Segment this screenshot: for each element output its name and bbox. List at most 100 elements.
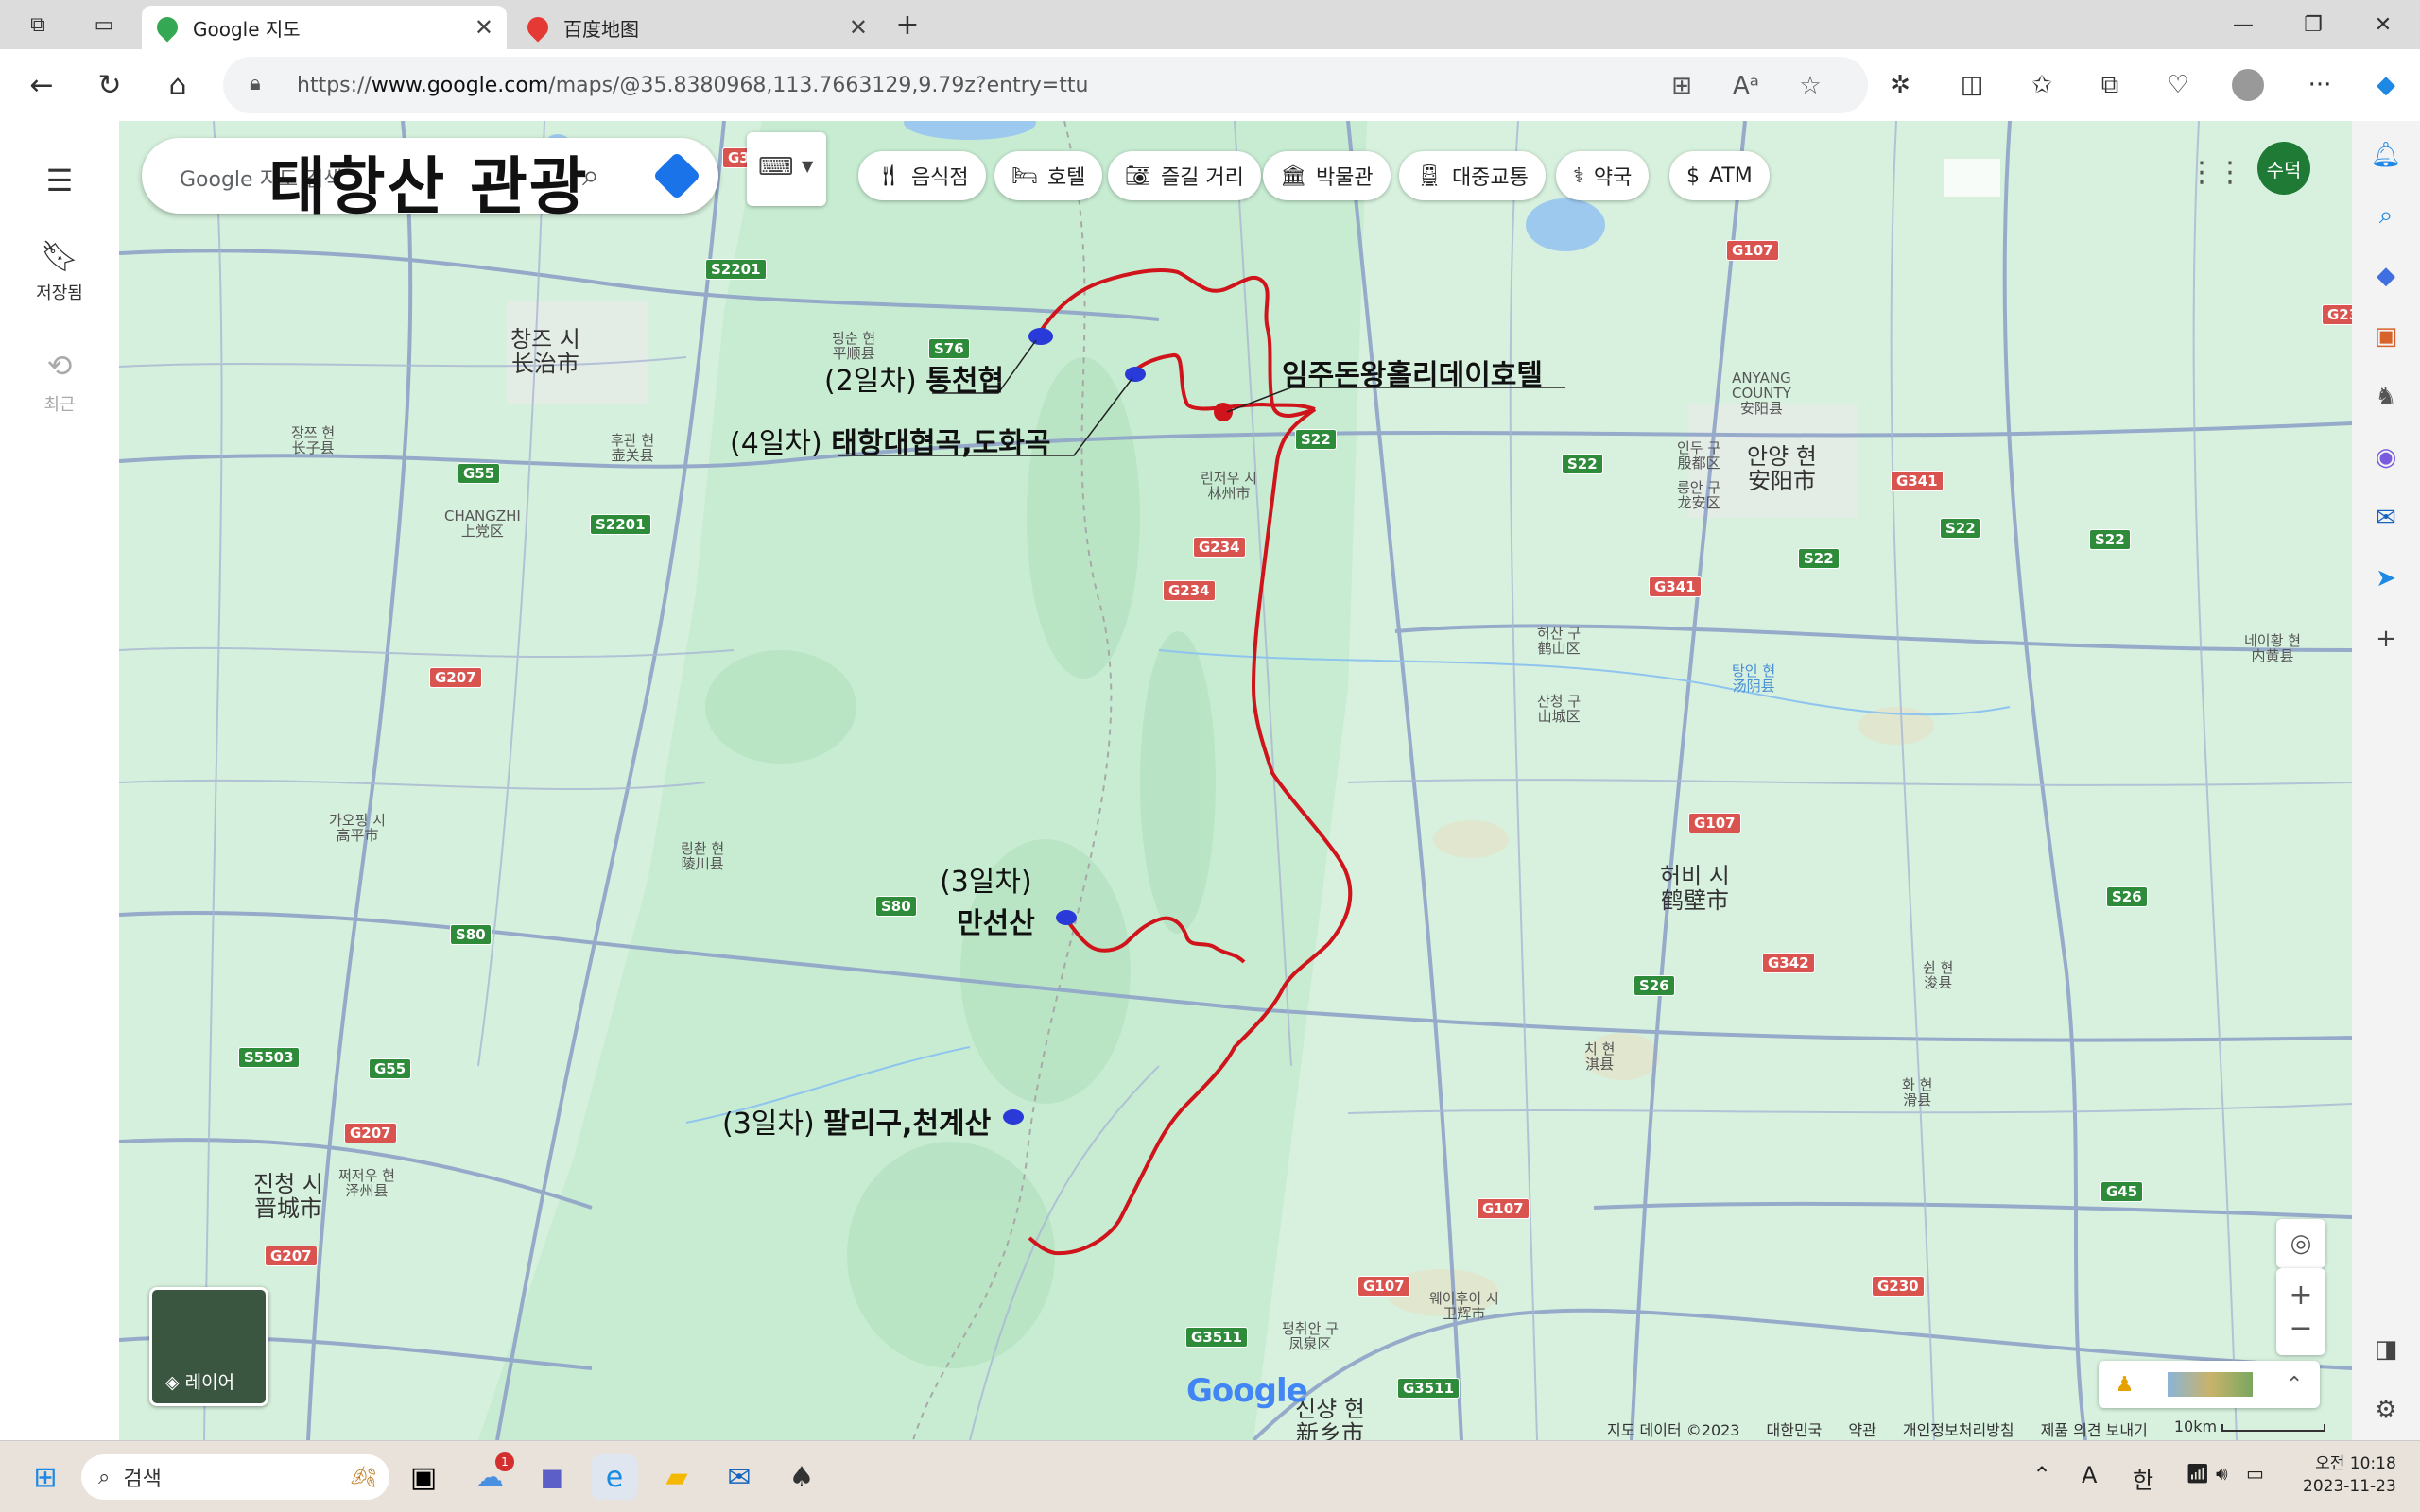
show-hidden-icons-icon[interactable]: ⌃ <box>2032 1462 2051 1488</box>
app-available-icon[interactable]: ⊞ <box>1666 70 1698 102</box>
place-linzhou[interactable]: 린저우 시 林州市 <box>1201 471 1257 501</box>
place-qixian[interactable]: 치 현 淇县 <box>1584 1041 1615 1072</box>
chip-transit[interactable]: 🚆︎ 대중교통 <box>1399 151 1546 200</box>
toolbox-icon[interactable]: ▣ <box>2369 319 2403 353</box>
keyboard-icon[interactable]: ⌨ <box>758 153 794 181</box>
games-icon[interactable]: ♞ <box>2369 380 2403 414</box>
chip-things-to-do[interactable]: 📷︎ 즐길 거리 <box>1108 151 1261 200</box>
menu-icon[interactable]: ☰ <box>0 163 119 198</box>
place-changzhi[interactable]: 창즈 시 长治市 <box>510 327 580 376</box>
home-icon[interactable]: ⌂ <box>159 66 197 104</box>
chip-atm[interactable]: $ ATM <box>1669 151 1770 200</box>
place-lingchuan[interactable]: 링촨 현 陵川县 <box>681 841 724 871</box>
place-yindu[interactable]: 인두 구 殷都区 <box>1677 440 1720 471</box>
chip-hotels[interactable]: 🛏︎ 호텔 <box>994 151 1103 200</box>
refresh-icon[interactable]: ↻ <box>91 66 129 104</box>
windows-start-icon[interactable]: ⊞ <box>23 1454 68 1500</box>
place-zezhou[interactable]: 쩌저우 현 泽州县 <box>338 1168 395 1198</box>
scale-bar[interactable]: 10km <box>2174 1418 2326 1440</box>
zoom-out-icon[interactable]: − <box>2289 1312 2312 1345</box>
saved-label[interactable]: 저장됨 <box>0 280 119 304</box>
profile-icon[interactable] <box>2229 66 2267 104</box>
task-view-icon[interactable]: ▣ <box>401 1454 446 1500</box>
workspaces-icon[interactable]: ⧉ <box>23 9 53 40</box>
place-heshan[interactable]: 허산 구 鹤山区 <box>1537 626 1581 656</box>
place-huaxian[interactable]: 화 현 滑县 <box>1902 1077 1932 1108</box>
collections-icon[interactable]: ⧉ <box>2091 66 2129 104</box>
place-fengquan[interactable]: 펑취안 구 凤泉区 <box>1282 1321 1339 1351</box>
solitaire-icon[interactable]: ♠ <box>779 1454 824 1500</box>
place-hebi[interactable]: 허비 시 鹤壁市 <box>1660 864 1730 913</box>
settings-gear-icon[interactable]: ⚙ <box>2369 1393 2403 1427</box>
feedback-link[interactable]: 제품 의견 보내기 <box>2041 1418 2148 1440</box>
battery-icon[interactable]: ▭ <box>2246 1462 2264 1485</box>
favorites-icon[interactable]: ✩ <box>2023 66 2061 104</box>
extensions-icon[interactable]: ✲ <box>1881 66 1919 104</box>
minimize-icon[interactable]: — <box>2210 8 2276 42</box>
map-canvas[interactable]: 창즈 시 长治市 안양 현 安阳市 허비 시 鹤壁市 진청 시 晋城市 신샹 현 新乡市 … <box>119 121 2352 1440</box>
ime-mode-a[interactable]: A <box>2082 1462 2097 1488</box>
taskbar-search[interactable]: ⌕ 검색 🍂︎ <box>81 1454 389 1500</box>
place-weihui[interactable]: 웨이후이 시 卫辉市 <box>1429 1291 1499 1321</box>
file-explorer-icon[interactable]: ▰ <box>654 1454 700 1500</box>
microsoft-365-icon[interactable]: ◉ <box>2369 440 2403 474</box>
imagery-thumbnails[interactable] <box>2167 1372 2253 1397</box>
place-tangyin[interactable]: 탕인 현 汤阴县 <box>1732 663 1775 694</box>
input-tools-button[interactable]: ⌨ ▼ <box>747 132 826 206</box>
zoom-in-icon[interactable]: + <box>2289 1279 2312 1312</box>
notification-bell-icon[interactable]: 🔔︎ <box>2369 138 2403 172</box>
place-longan[interactable]: 룽안 구 龙安区 <box>1677 480 1720 510</box>
address-bar[interactable]: 🔒︎ https://www.google.com/maps/@35.83809… <box>223 57 1868 113</box>
sidebar-toggle-icon[interactable]: ◨ <box>2369 1332 2403 1366</box>
system-clock[interactable]: 오전 10:18 2023-11-23 <box>2303 1452 2396 1498</box>
place-huguan[interactable]: 후관 현 壶关县 <box>611 433 654 463</box>
layers-button[interactable]: ◈ 레이어 <box>149 1287 268 1406</box>
read-aloud-icon[interactable]: Aᵃ <box>1730 70 1762 102</box>
back-icon[interactable]: ← <box>23 66 60 104</box>
browser-essentials-icon[interactable]: ♡ <box>2159 66 2197 104</box>
place-changzhi-district[interactable]: CHANGZHI 上党区 <box>444 508 521 539</box>
privacy-link[interactable]: 개인정보처리방침 <box>1903 1418 2014 1440</box>
pegman-icon[interactable]: ♟︎ <box>2116 1373 2135 1397</box>
place-neihuang[interactable]: 네이황 현 内黄县 <box>2244 633 2301 663</box>
place-anyang-county[interactable]: ANYANG COUNTY 安阳县 <box>1732 370 1791 416</box>
volume-icon[interactable]: 🔊︎ <box>2216 1462 2228 1485</box>
place-xunxian[interactable]: 쉰 현 浚县 <box>1923 960 1953 990</box>
shopping-tag-icon[interactable]: ◆ <box>2369 259 2403 293</box>
tab-google-maps[interactable]: Google 지도 ✕ <box>142 6 507 49</box>
edge-browser-icon[interactable]: e <box>592 1454 637 1500</box>
add-icon[interactable]: + <box>2369 622 2403 656</box>
mail-icon[interactable]: ✉ <box>717 1454 762 1500</box>
chip-pharmacies[interactable]: ⚕︎ 약국 <box>1556 151 1650 200</box>
window-close-icon[interactable]: ✕ <box>2350 8 2416 42</box>
saved-icon[interactable]: 🔖︎ <box>0 238 119 274</box>
copilot-icon[interactable]: ◆ <box>2367 66 2405 104</box>
chip-museums[interactable]: 🏛︎ 박물관 <box>1263 151 1391 200</box>
place-anyang[interactable]: 안양 현 安阳市 <box>1747 444 1817 493</box>
chevron-down-icon[interactable]: ▼ <box>802 157 813 175</box>
place-gaoping[interactable]: 가오핑 시 高平市 <box>329 813 386 843</box>
my-location-icon[interactable]: ◎ <box>2276 1219 2325 1268</box>
split-screen-icon[interactable]: ◫ <box>1953 66 1991 104</box>
tab-actions-icon[interactable]: ▭ <box>89 9 119 40</box>
favorite-star-icon[interactable]: ☆ <box>1794 70 1826 102</box>
wifi-icon[interactable]: 📶︎ <box>2186 1462 2209 1485</box>
outlook-icon[interactable]: ✉ <box>2369 501 2403 535</box>
terms-link[interactable]: 약관 <box>1848 1418 1876 1440</box>
recent-icon[interactable]: ⟲ <box>0 348 119 384</box>
tab-baidu-map[interactable]: 百度地图 ✕ <box>512 6 881 49</box>
new-tab-icon[interactable]: + <box>892 9 923 42</box>
more-options-icon[interactable]: ··· <box>2301 66 2339 104</box>
place-jincheng[interactable]: 진청 시 晋城市 <box>253 1172 323 1221</box>
close-tab-icon[interactable]: ✕ <box>849 14 868 41</box>
teams-chat-icon[interactable]: ◼ <box>529 1454 575 1500</box>
restore-icon[interactable]: ❐ <box>2280 8 2346 42</box>
lock-icon[interactable]: 🔒︎ <box>250 72 261 95</box>
google-apps-icon[interactable]: ⋮⋮ <box>2187 151 2244 193</box>
region-link[interactable]: 대한민국 <box>1767 1418 1823 1440</box>
recent-label[interactable]: 최근 <box>0 391 119 416</box>
directions-icon[interactable] <box>652 151 701 200</box>
ime-mode-han[interactable]: 한 <box>2133 1462 2153 1495</box>
send-icon[interactable]: ➤ <box>2369 561 2403 595</box>
search-icon[interactable]: ⌕ <box>2369 198 2403 232</box>
